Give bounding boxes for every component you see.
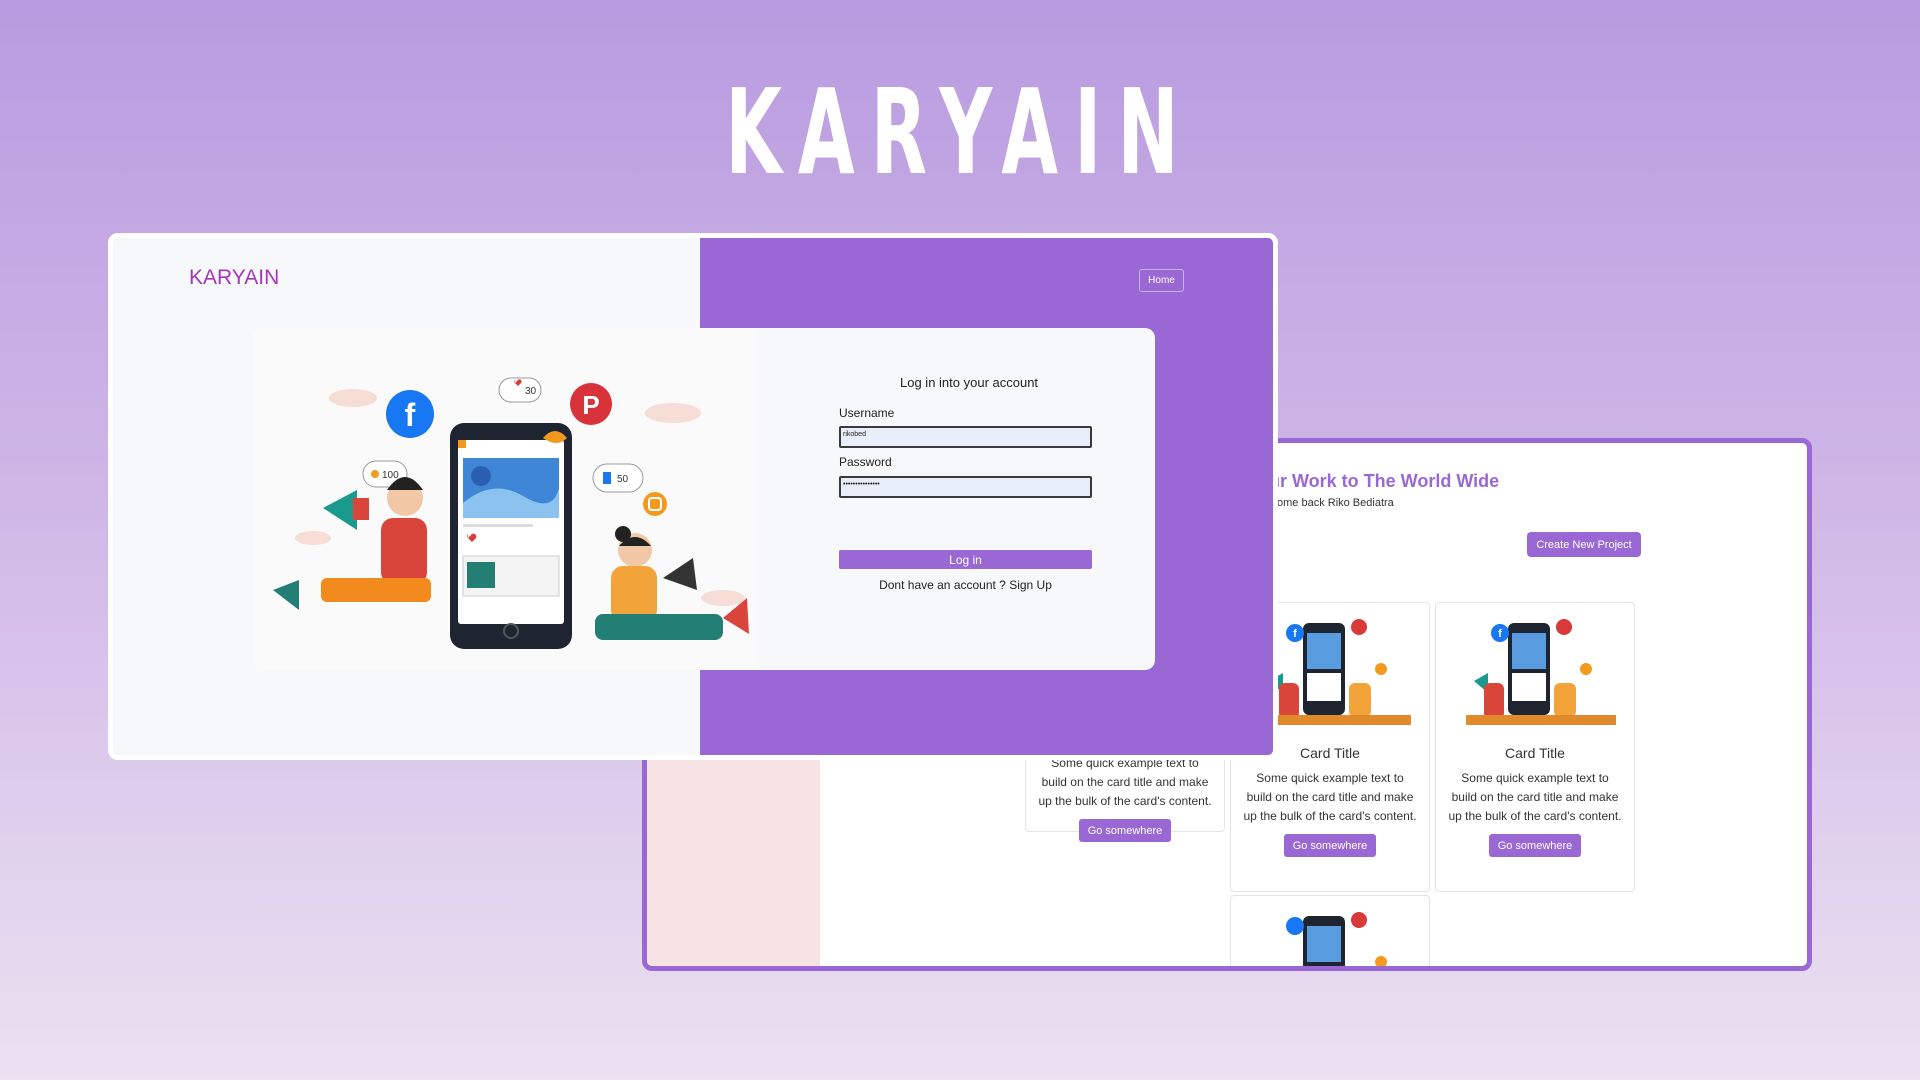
social-media-illustration: f <box>1466 619 1616 725</box>
instagram-icon <box>1375 956 1387 966</box>
pinterest-icon <box>1351 912 1367 928</box>
password-label: Password <box>839 455 892 469</box>
likes-count: 30 <box>525 386 537 397</box>
go-somewhere-button[interactable]: Go somewhere <box>1284 834 1376 857</box>
login-illustration: f P 30 100 50 <box>253 328 759 670</box>
megaphone-icon <box>323 490 357 530</box>
login-form-title: Log in into your account <box>900 375 1039 390</box>
instagram-icon <box>1375 663 1387 675</box>
login-card: f P 30 100 50 Log in into your account U… <box>253 328 1155 670</box>
pinterest-icon <box>1351 619 1367 635</box>
go-somewhere-button[interactable]: Go somewhere <box>1489 834 1581 857</box>
card-title: Card Title <box>1505 745 1565 761</box>
card-text: Some quick example text to build on the … <box>1243 771 1417 823</box>
login-button[interactable]: Log in <box>839 550 1092 569</box>
login-window: KARYAIN Home f P 30 100 50 Log in into y… <box>108 233 1278 760</box>
svg-text:f: f <box>1293 628 1297 640</box>
instagram-icon <box>1580 663 1592 675</box>
card-image <box>1231 896 1429 966</box>
card-image: f <box>1436 603 1634 739</box>
like-icon <box>603 472 611 484</box>
thumbs-count: 50 <box>617 474 629 485</box>
home-button[interactable]: Home <box>1139 269 1184 292</box>
create-project-button[interactable]: Create New Project <box>1527 532 1641 557</box>
card-text: Some quick example text to build on the … <box>1448 771 1622 823</box>
project-card: f Card Title Some quick example text to … <box>1435 602 1635 892</box>
facebook-icon <box>1286 917 1304 935</box>
dashboard-heading: ur Work to The World Wide <box>1269 471 1500 491</box>
signup-prompt: Dont have an account ? Sign Up <box>839 578 1092 592</box>
svg-text:P: P <box>582 390 599 420</box>
hero-title: KARYAIN <box>725 63 1195 201</box>
svg-text:f: f <box>1498 628 1502 640</box>
svg-text:f: f <box>405 397 416 433</box>
username-input[interactable]: rikobed <box>839 426 1092 448</box>
signup-link[interactable]: Sign Up <box>1009 578 1052 592</box>
username-label: Username <box>839 406 895 420</box>
project-card <box>1230 895 1430 966</box>
signup-prompt-text: Dont have an account ? <box>879 578 1006 592</box>
brand-logo[interactable]: KARYAIN <box>189 266 279 290</box>
password-input[interactable]: ••••••••••••••• <box>839 476 1092 498</box>
go-somewhere-button[interactable]: Go somewhere <box>1079 819 1171 842</box>
pinterest-icon <box>1556 619 1572 635</box>
dashboard-welcome: ome back Riko Bediatra <box>1277 497 1394 509</box>
followers-count: 100 <box>382 470 399 481</box>
instagram-icon <box>643 492 667 516</box>
social-media-illustration <box>1286 912 1387 966</box>
